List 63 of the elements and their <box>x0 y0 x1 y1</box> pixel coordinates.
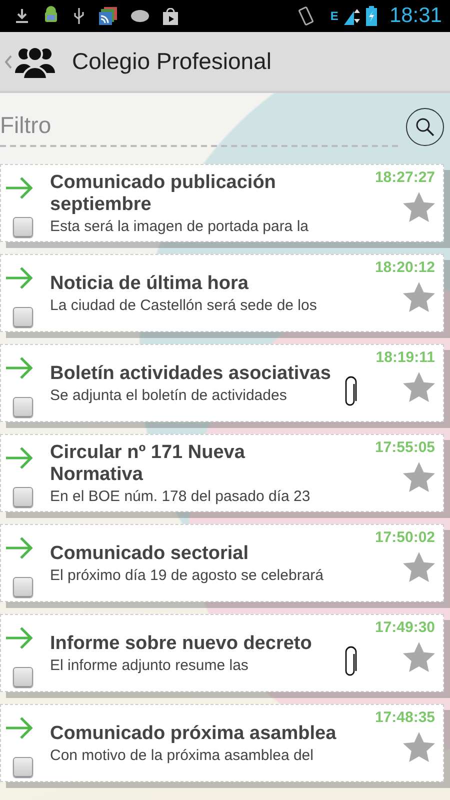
star-icon[interactable] <box>403 552 435 583</box>
message-card[interactable]: Noticia de última hora La ciudad de Castellón será sede de los 18:20:12 <box>0 254 444 332</box>
checkbox[interactable] <box>13 757 33 777</box>
star-icon[interactable] <box>403 192 435 223</box>
message-time: 18:20:12 <box>374 259 435 276</box>
arrow-icon <box>5 447 33 469</box>
caret-icon <box>5 54 12 68</box>
rss-icon <box>99 7 117 25</box>
message-summary: En el BOE núm. 178 del pasado día 23 <box>50 488 312 504</box>
message-title: Comunicado próxima asamblea <box>50 722 338 744</box>
message-summary: Se adjunta el boletín de actividades <box>50 386 288 404</box>
network-type: E <box>330 9 338 23</box>
usb-icon <box>73 7 85 25</box>
message-time: 17:49:30 <box>374 619 435 636</box>
message-title: Noticia de última hora <box>50 272 250 294</box>
message-card[interactable]: Comunicado publicación septiembre Esta será la imagen de portada para la 18:27:27 <box>0 164 444 242</box>
battery-icon <box>366 6 378 26</box>
message-summary: La ciudad de Castellón será sede de los <box>50 296 318 314</box>
star-icon[interactable] <box>403 732 435 763</box>
arrow-icon <box>5 627 33 649</box>
arrow-icon <box>5 717 33 739</box>
vibrate-icon <box>296 6 316 26</box>
search-button[interactable] <box>406 108 444 146</box>
message-summary: Esta será la imagen de portada para la <box>50 218 310 234</box>
app-title: Colegio Profesional <box>72 48 272 75</box>
message-summary: El informe adjunto resume las <box>50 656 250 674</box>
message-card[interactable]: Boletín actividades asociativas Se adjunta el boletín de actividades 18:19:11 <box>0 344 444 422</box>
checkbox[interactable] <box>13 487 33 507</box>
message-summary: Con motivo de la próxima asamblea del <box>50 746 314 764</box>
checkbox[interactable] <box>13 397 33 417</box>
message-time: 17:50:02 <box>374 529 435 546</box>
star-icon[interactable] <box>403 462 435 493</box>
message-time: 17:48:35 <box>374 709 435 726</box>
message-time: 18:19:11 <box>376 349 435 366</box>
arrow-icon <box>5 177 33 199</box>
star-icon[interactable] <box>403 642 435 673</box>
filter-field[interactable]: Filtro <box>0 108 398 146</box>
bag-icon <box>163 8 178 24</box>
message-card[interactable]: Comunicado sectorial El próximo día 19 de agosto se celebrará 17:50:02 <box>0 524 444 602</box>
message-card[interactable]: Informe sobre nuevo decreto El informe adjunto resume las 17:49:30 <box>0 614 444 692</box>
clock: 18:31 <box>389 4 442 28</box>
checkbox[interactable] <box>13 667 33 687</box>
message-title: Informe sobre nuevo decreto <box>50 632 313 654</box>
message-card[interactable]: Circular nº 171 Nueva Normativa En el BOE núm. 178 del pasado día 23 17:55:05 <box>0 434 444 512</box>
message-title: Circular nº 171 Nueva Normativa <box>50 442 246 486</box>
message-time: 18:27:27 <box>374 169 435 186</box>
search-icon <box>415 117 435 137</box>
message-title: Boletín actividades asociativas <box>50 362 332 384</box>
arrow-icon <box>5 357 33 379</box>
message-title: Comunicado publicación septiembre <box>50 172 277 216</box>
checkbox[interactable] <box>13 307 33 327</box>
message-time: 17:55:05 <box>374 439 435 456</box>
message-card[interactable]: Comunicado próxima asamblea Con motivo de la próxima asamblea del 17:48:35 <box>0 704 444 782</box>
message-summary: El próximo día 19 de agosto se celebrará <box>50 566 324 584</box>
signal-icon <box>344 7 360 25</box>
star-icon[interactable] <box>403 372 435 403</box>
star-icon[interactable] <box>403 282 435 313</box>
download-icon <box>15 8 29 24</box>
checkbox[interactable] <box>13 217 33 237</box>
message-title: Comunicado sectorial <box>50 542 250 564</box>
arrow-icon <box>5 267 33 289</box>
checkbox[interactable] <box>13 577 33 597</box>
arrow-icon <box>5 537 33 559</box>
